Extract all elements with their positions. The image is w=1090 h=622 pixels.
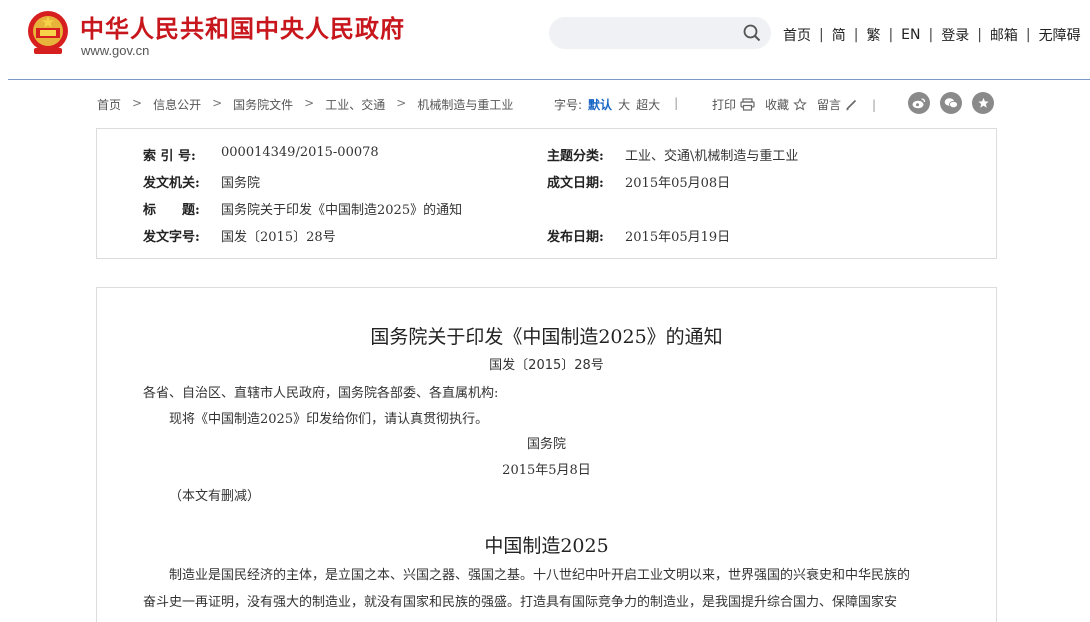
breadcrumb-machinery[interactable]: 机械制造与重工业 xyxy=(417,96,513,113)
document-number: 国发〔2015〕28号 xyxy=(489,358,604,373)
article-toolbar: 首页 > 信息公开 > 国务院文件 > 工业、交通 > 机械制造与重工业 字号:… xyxy=(97,92,997,116)
national-emblem-icon[interactable] xyxy=(26,10,70,56)
wechat-icon[interactable] xyxy=(940,92,962,114)
font-size-selector: 字号: 默认 大 超大 | xyxy=(554,96,678,113)
nav-separator: | xyxy=(853,27,859,43)
toolbar-separator: | xyxy=(872,97,877,112)
document-title: 国务院关于印发《中国制造2025》的通知 xyxy=(370,326,723,348)
nav-traditional-link[interactable]: 繁 xyxy=(866,25,880,45)
metadata-written-date-row: 成文日期: 2015年05月08日 xyxy=(547,172,730,191)
printer-icon xyxy=(740,98,755,111)
weibo-icon[interactable] xyxy=(908,92,930,114)
font-size-large-option[interactable]: 大 xyxy=(618,96,630,113)
written-date-value: 2015年05月08日 xyxy=(625,176,731,191)
site-url[interactable]: www.gov.cn xyxy=(81,43,149,58)
nav-separator: | xyxy=(819,27,824,43)
pencil-icon xyxy=(846,99,857,111)
metadata-doc-number-row: 发文字号: 国发〔2015〕28号 xyxy=(143,226,336,245)
breadcrumb-info-public[interactable]: 信息公开 xyxy=(153,96,201,113)
nav-simplified-link[interactable]: 简 xyxy=(832,25,846,45)
doc-number-value: 国发〔2015〕28号 xyxy=(221,230,336,245)
salutation-text: 各省、自治区、直辖市人民政府，国务院各部委、各直属机构: xyxy=(143,386,499,401)
publish-date-label: 发布日期: xyxy=(547,230,604,245)
nav-separator: | xyxy=(977,27,982,43)
body-paragraph: 现将《中国制造2025》印发给你们，请认真贯彻执行。 xyxy=(169,412,489,427)
nav-separator: | xyxy=(888,27,894,43)
site-header: 中华人民共和国中央人民政府 www.gov.cn 首页 | 简 | 繁 | EN… xyxy=(0,0,1090,80)
issuer-value: 国务院 xyxy=(221,176,261,191)
nav-separator: | xyxy=(1025,27,1031,43)
signature-text: 国务院 xyxy=(526,437,566,452)
breadcrumb-state-council-docs[interactable]: 国务院文件 xyxy=(233,96,293,113)
favorite-button[interactable]: 收藏 xyxy=(765,96,807,113)
metadata-category-row: 主题分类: 工业、交通\机械制造与重工业 xyxy=(547,145,798,164)
nav-login-link[interactable]: 登录 xyxy=(941,25,969,45)
abridged-note: （本文有删减） xyxy=(169,489,261,504)
category-value: 工业、交通\机械制造与重工业 xyxy=(625,149,799,164)
nav-separator: | xyxy=(928,27,934,43)
search-input[interactable] xyxy=(549,17,771,49)
signing-date: 2015年5月8日 xyxy=(502,463,591,478)
print-button[interactable]: 打印 xyxy=(712,96,755,113)
comment-button[interactable]: 留言 xyxy=(817,96,858,113)
font-size-xlarge-option[interactable]: 超大 xyxy=(636,96,660,113)
issuer-label: 发文机关: xyxy=(143,176,200,191)
written-date-label: 成文日期: xyxy=(547,176,604,191)
nav-mail-link[interactable]: 邮箱 xyxy=(990,25,1018,45)
nav-home-link[interactable]: 首页 xyxy=(783,25,811,45)
breadcrumb: 首页 > 信息公开 > 国务院文件 > 工业、交通 > 机械制造与重工业 xyxy=(97,96,513,113)
share-buttons xyxy=(908,92,1004,114)
article-tools: 打印 收藏 留言 | xyxy=(712,96,876,113)
breadcrumb-arrow-icon: > xyxy=(212,96,223,110)
paragraph-line: 奋斗史一再证明，没有强大的制造业，就没有国家和民族的强盛。打造具有国际竞争力的制… xyxy=(143,595,898,610)
category-label: 主题分类: xyxy=(547,149,604,164)
font-size-default-option[interactable]: 默认 xyxy=(588,96,612,113)
comment-label: 留言 xyxy=(817,98,842,112)
metadata-publish-date-row: 发布日期: 2015年05月19日 xyxy=(547,226,730,245)
top-nav: 首页 | 简 | 繁 | EN | 登录 | 邮箱 | 无障碍 xyxy=(783,25,1081,45)
favorite-star-icon[interactable] xyxy=(972,92,994,114)
title-value: 国务院关于印发《中国制造2025》的通知 xyxy=(221,203,463,218)
breadcrumb-arrow-icon: > xyxy=(396,96,407,110)
paragraph-line: 制造业是国民经济的主体，是立国之本、兴国之器、强国之基。十八世纪中叶开启工业文明… xyxy=(169,568,911,583)
document-metadata-box: 索 引 号: 000014349/2015-00078 主题分类: 工业、交通\… xyxy=(96,128,997,259)
star-outline-icon xyxy=(793,98,807,111)
nav-accessibility-link[interactable]: 无障碍 xyxy=(1039,25,1081,45)
index-value: 000014349/2015-00078 xyxy=(221,145,379,160)
metadata-index-row: 索 引 号: 000014349/2015-00078 xyxy=(143,145,379,164)
title-label: 标 题: xyxy=(143,203,200,218)
breadcrumb-home[interactable]: 首页 xyxy=(97,96,121,113)
index-label: 索 引 号: xyxy=(143,149,196,164)
search-icon[interactable] xyxy=(743,24,761,42)
breadcrumb-arrow-icon: > xyxy=(304,96,315,110)
toolbar-separator: | xyxy=(674,96,679,110)
section-title: 中国制造2025 xyxy=(484,535,609,557)
font-size-label: 字号: xyxy=(554,98,583,112)
print-label: 打印 xyxy=(712,98,737,112)
metadata-title-row: 标 题: 国务院关于印发《中国制造2025》的通知 xyxy=(143,199,462,218)
metadata-issuer-row: 发文机关: 国务院 xyxy=(143,172,260,191)
breadcrumb-industry-transport[interactable]: 工业、交通 xyxy=(325,96,385,113)
doc-number-label: 发文字号: xyxy=(143,230,200,245)
site-title[interactable]: 中华人民共和国中央人民政府 xyxy=(80,9,405,44)
publish-date-value: 2015年05月19日 xyxy=(625,230,731,245)
document-content: 国务院关于印发《中国制造2025》的通知 国发〔2015〕28号 各省、自治区、… xyxy=(96,287,997,622)
breadcrumb-arrow-icon: > xyxy=(132,96,143,110)
favorite-label: 收藏 xyxy=(765,98,790,112)
header-divider xyxy=(8,79,1090,80)
nav-english-link[interactable]: EN xyxy=(901,27,920,43)
